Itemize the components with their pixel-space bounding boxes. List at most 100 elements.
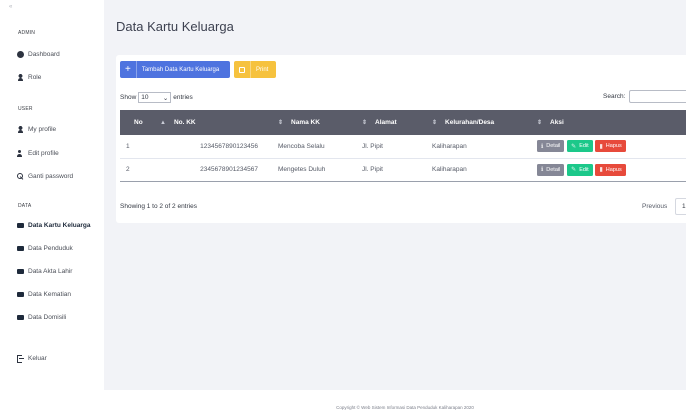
- entries-select-value: 10: [141, 94, 149, 101]
- cell-nama-kk: Mencoba Selalu: [272, 135, 356, 159]
- sidebar-item-data-akta-lahir[interactable]: Data Akta Lahir: [17, 265, 72, 277]
- table-info: Showing 1 to 2 of 2 entries: [120, 203, 197, 210]
- table-row: 2 2345678901234567 Mengetes Duluh Jl. Pi…: [120, 158, 686, 182]
- key-icon: [17, 172, 24, 180]
- sidebar-item-data-kartu-keluarga[interactable]: Data Kartu Keluarga: [17, 219, 91, 231]
- add-button-label: Tambah Data Kartu Keluarga: [141, 66, 220, 73]
- user-icon: [17, 125, 24, 133]
- column-header-nama-kk[interactable]: ⇕ Nama KK: [272, 110, 356, 135]
- sidebar-item-my-profile[interactable]: My profile: [17, 123, 56, 135]
- cell-kelurahan: Kaliharapan: [426, 158, 531, 182]
- sidebar-item-label: Edit profile: [28, 149, 59, 157]
- folder-icon: [17, 292, 24, 297]
- search-label: Search:: [603, 93, 626, 100]
- edit-icon: ✎: [571, 167, 577, 173]
- hapus-button-label: Hapus: [605, 143, 622, 150]
- sidebar-item-data-penduduk[interactable]: Data Penduduk: [17, 242, 73, 254]
- edit-button[interactable]: ✎ Edit: [567, 163, 593, 176]
- cell-no-kk: 1234567890123456: [154, 135, 272, 159]
- sort-icon: ⇕: [432, 120, 438, 126]
- detail-button[interactable]: ℹ Detail: [537, 140, 565, 153]
- column-header-alamat[interactable]: ⇕ Alamat: [356, 110, 426, 135]
- column-header-label: Alamat: [375, 119, 397, 126]
- user-edit-icon: [17, 149, 24, 157]
- column-header-aksi[interactable]: ⇕ Aksi: [531, 110, 686, 135]
- sidebar-item-role[interactable]: Role: [17, 71, 41, 83]
- folder-icon: [17, 315, 24, 320]
- hapus-button-label: Hapus: [605, 166, 622, 173]
- footer-copyright: Copyright © Web Sistem Informasi Data Pe…: [336, 405, 474, 410]
- entries-label: entries: [173, 94, 193, 101]
- info-icon: ℹ: [541, 143, 544, 150]
- edit-button-label: Edit: [579, 166, 589, 173]
- kartu-keluarga-table: No ▲ No. KK ⇕ Nama KK ⇕ Alamat ⇕ Kelurahan/D…: [120, 110, 686, 182]
- trash-icon: ▮: [599, 167, 603, 173]
- cell-aksi: ℹ Detail ✎ Edit ▮ Hapus: [531, 158, 686, 182]
- sidebar-item-label: Keluar: [28, 354, 47, 362]
- sidebar-item-label: Data Domisili: [28, 313, 67, 321]
- sidebar-item-keluar[interactable]: Keluar: [17, 352, 47, 364]
- cell-nama-kk: Mengetes Duluh: [272, 158, 356, 182]
- pagination: Previous 1: [634, 198, 686, 215]
- add-kartu-keluarga-button[interactable]: + Tambah Data Kartu Keluarga: [120, 61, 230, 78]
- section-heading-admin: ADMIN: [18, 30, 36, 36]
- chevron-down-icon: ⌄: [162, 94, 169, 102]
- search-input[interactable]: [629, 90, 686, 103]
- user-icon: [17, 73, 24, 81]
- sidebar-item-label: Dashboard: [28, 50, 60, 58]
- cell-no: 2: [120, 158, 154, 182]
- button-divider: [135, 61, 137, 78]
- column-header-no-kk[interactable]: ▲ No. KK: [154, 110, 272, 135]
- dashboard-icon: [17, 50, 24, 58]
- hapus-button[interactable]: ▮ Hapus: [595, 163, 626, 176]
- cell-alamat: Jl. Pipit: [356, 135, 426, 159]
- page-1-button[interactable]: 1: [675, 198, 686, 215]
- sidebar-item-label: Data Kematian: [28, 290, 71, 298]
- column-header-label: No: [134, 119, 143, 126]
- edit-button[interactable]: ✎ Edit: [567, 140, 593, 153]
- cell-aksi: ℹ Detail ✎ Edit ▮ Hapus: [531, 135, 686, 159]
- sidebar-toggle[interactable]: «: [9, 4, 12, 10]
- section-heading-data: DATA: [18, 203, 32, 209]
- sidebar-item-edit-profile[interactable]: Edit profile: [17, 147, 59, 159]
- sidebar-item-ganti-password[interactable]: Ganti password: [17, 170, 73, 182]
- hapus-button[interactable]: ▮ Hapus: [595, 140, 626, 153]
- column-header-label: Kelurahan/Desa: [445, 119, 495, 126]
- detail-button[interactable]: ℹ Detail: [537, 163, 565, 176]
- print-icon: [239, 66, 245, 73]
- cell-no-kk: 2345678901234567: [154, 158, 272, 182]
- print-button[interactable]: Print: [234, 61, 276, 78]
- column-header-label: No. KK: [173, 119, 196, 126]
- previous-page-button[interactable]: Previous: [634, 198, 675, 215]
- column-header-no[interactable]: No: [120, 110, 154, 135]
- cell-no: 1: [120, 135, 154, 159]
- column-header-label: Nama KK: [291, 119, 320, 126]
- column-header-kelurahan[interactable]: ⇕ Kelurahan/Desa: [426, 110, 531, 135]
- sidebar-item-label: Data Penduduk: [28, 244, 73, 252]
- sidebar-item-label: Data Kartu Keluarga: [28, 221, 91, 229]
- folder-icon: [17, 246, 24, 251]
- sort-icon: ⇕: [537, 120, 543, 126]
- sort-icon: ⇕: [362, 120, 368, 126]
- sidebar-item-dashboard[interactable]: Dashboard: [17, 48, 60, 60]
- show-label: Show: [120, 94, 137, 101]
- main-content: Data Kartu Keluarga + Tambah Data Kartu …: [104, 0, 686, 390]
- sidebar-item-label: Ganti password: [28, 172, 74, 180]
- info-icon: ℹ: [541, 167, 544, 173]
- edit-button-label: Edit: [579, 143, 589, 150]
- column-header-label: Aksi: [550, 119, 564, 126]
- sort-icon: ▲: [160, 120, 166, 126]
- button-divider: [250, 61, 251, 78]
- entries-select[interactable]: 10 ⌄: [138, 92, 172, 103]
- sidebar-item-data-domisili[interactable]: Data Domisili: [17, 311, 66, 323]
- edit-icon: ✎: [571, 143, 577, 150]
- app: « ADMIN Dashboard Role USER My profile E…: [0, 0, 686, 417]
- search: Search:: [603, 90, 686, 103]
- sign-out-icon: [17, 355, 24, 363]
- sidebar-item-label: Role: [28, 73, 42, 81]
- folder-icon: [17, 223, 24, 228]
- table-row: 1 1234567890123456 Mencoba Selalu Jl. Pi…: [120, 135, 686, 159]
- sidebar-item-data-kematian[interactable]: Data Kematian: [17, 288, 71, 300]
- section-heading-user: USER: [18, 106, 33, 112]
- detail-button-label: Detail: [546, 143, 561, 150]
